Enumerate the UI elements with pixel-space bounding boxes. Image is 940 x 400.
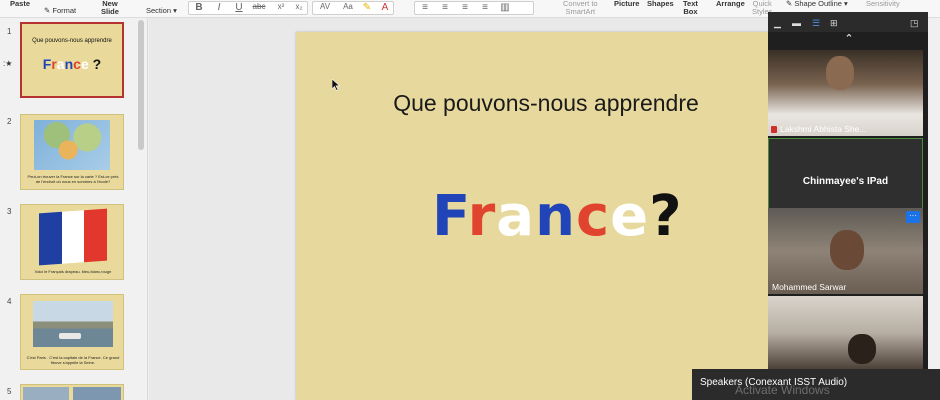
minimize-icon[interactable]: ▁ <box>774 18 781 29</box>
new-slide-button[interactable]: New Slide <box>101 0 119 16</box>
convert-smartart-button[interactable]: Convert to SmartArt <box>563 0 598 16</box>
slide-canvas: Que pouvons-nous apprendre France? <box>149 18 776 400</box>
thumb-caption: C'est Paris . C'est la capitale de la Fr… <box>26 355 120 365</box>
participant-face <box>826 56 854 90</box>
format-painter-button[interactable]: ✎ Format <box>44 7 76 15</box>
slide-word-letter: n <box>535 184 576 249</box>
expand-icon[interactable]: ◳ <box>910 18 919 29</box>
picture-button[interactable]: Picture <box>614 0 639 8</box>
slide-thumbnail-5[interactable] <box>20 384 124 400</box>
speaker-view-icon[interactable]: ▬ <box>792 18 801 28</box>
chevron-up-icon[interactable]: ⌃ <box>842 32 856 46</box>
thumb-word: France ? <box>42 56 102 72</box>
highlight-icon[interactable]: ✎ <box>360 2 374 14</box>
powerpoint-window: Paste ✎ Format New Slide Section ▾ B I U … <box>0 0 940 400</box>
align-left-icon[interactable]: ≡ <box>418 2 432 14</box>
bold-button[interactable]: B <box>192 2 206 14</box>
italic-button[interactable]: I <box>212 2 226 14</box>
superscript-icon[interactable]: x² <box>274 2 288 14</box>
shape-outline-button[interactable]: ✎ Shape Outline ▾ <box>786 0 848 8</box>
muted-mic-icon <box>771 126 777 133</box>
paragraph-group <box>414 1 534 15</box>
slide-number: 1 <box>7 27 12 36</box>
activate-windows-watermark: Activate Windows <box>735 383 830 397</box>
slide-number: 2 <box>7 117 12 126</box>
europe-map-image <box>34 120 110 170</box>
arrange-button[interactable]: Arrange <box>716 0 745 8</box>
slide-thumbnail-4[interactable]: C'est Paris . C'est la capitale de la Fr… <box>20 294 124 370</box>
slide-thumbnail-1[interactable]: Que pouvons-nous apprendre France ? <box>20 22 124 98</box>
paste-button[interactable]: Paste <box>10 0 30 8</box>
zoom-toolbar: ▁ ▬ ☰ ⊞ ◳ <box>768 12 928 32</box>
photo-thumbnail <box>73 387 121 400</box>
slide-thumbnail-pane: 1 :★ Que pouvons-nous apprendre France ?… <box>0 18 148 400</box>
section-button[interactable]: Section ▾ <box>146 7 177 15</box>
sensitivity-button[interactable]: Sensitivity <box>866 0 900 8</box>
participant-face <box>830 230 864 270</box>
french-flag-image <box>39 208 108 266</box>
participant-name: Chinmayee's IPad <box>802 176 889 187</box>
slide-word-letter: e <box>610 184 650 249</box>
gallery-view-icon[interactable]: ⊞ <box>830 18 838 29</box>
slide-thumbnail-3[interactable]: Voici le Français drapeau. bleu,blanc,ro… <box>20 204 124 280</box>
participant-tile[interactable]: ··· Mohammed Sarwar <box>768 208 923 294</box>
justify-icon[interactable]: ≡ <box>478 2 492 14</box>
thumb-caption: Peut-on trouver la France sur la carte ?… <box>27 174 119 184</box>
participant-tile[interactable]: Lakshmi Abhista She... <box>768 50 923 136</box>
thumb-caption: Voici le Français drapeau. bleu,blanc,ro… <box>34 269 112 274</box>
slide-word-letter: r <box>467 184 497 249</box>
participant-name: Lakshmi Abhista She... <box>780 124 867 134</box>
thumb-title: Que pouvons-nous apprendre <box>32 38 112 44</box>
subscript-icon[interactable]: x₂ <box>292 2 306 14</box>
slide-word-letter: ? <box>649 184 683 249</box>
slide-number: 3 <box>7 207 12 216</box>
photo-thumbnail <box>23 387 69 400</box>
slide-number: 4 <box>7 297 12 306</box>
font-format-group <box>188 1 308 15</box>
align-right-icon[interactable]: ≡ <box>458 2 472 14</box>
font-color-icon[interactable]: A <box>378 2 392 14</box>
mouse-cursor-icon <box>332 79 340 91</box>
chevron-down-icon: ▾ <box>173 6 177 15</box>
slide-word-letter: c <box>575 184 611 249</box>
columns-icon[interactable]: ▥ <box>498 2 512 14</box>
paris-photo <box>33 301 113 347</box>
slide-word-france: France? <box>432 184 683 249</box>
thumbnail-scrollbar[interactable] <box>138 20 144 150</box>
align-center-icon[interactable]: ≡ <box>438 2 452 14</box>
participant-tile[interactable] <box>768 296 923 370</box>
slide-word-letter: F <box>432 184 468 249</box>
slide-number: 5 <box>7 387 12 396</box>
slide-title: Que pouvons-nous apprendre <box>393 90 699 116</box>
text-box-button[interactable]: Text Box <box>683 0 698 16</box>
underline-button[interactable]: U <box>232 2 246 14</box>
slide-word-letter: a <box>496 184 536 249</box>
animation-star-icon: :★ <box>3 59 13 68</box>
participant-name: Mohammed Sarwar <box>772 282 847 292</box>
shapes-button[interactable]: Shapes <box>647 0 674 8</box>
more-options-button[interactable]: ··· <box>906 211 920 223</box>
zoom-participants-panel: ▁ ▬ ☰ ⊞ ◳ ⌃ Lakshmi Abhista She... Chinm… <box>768 12 928 370</box>
character-spacing-icon[interactable]: AV <box>316 2 334 14</box>
participant-face <box>848 334 876 364</box>
current-slide[interactable]: Que pouvons-nous apprendre France? <box>296 32 776 400</box>
slide-thumbnail-2[interactable]: Peut-on trouver la France sur la carte ?… <box>20 114 124 190</box>
strikethrough-button[interactable]: abc <box>250 2 268 14</box>
change-case-icon[interactable]: Aa <box>340 2 356 14</box>
strip-view-icon[interactable]: ☰ <box>812 18 820 29</box>
